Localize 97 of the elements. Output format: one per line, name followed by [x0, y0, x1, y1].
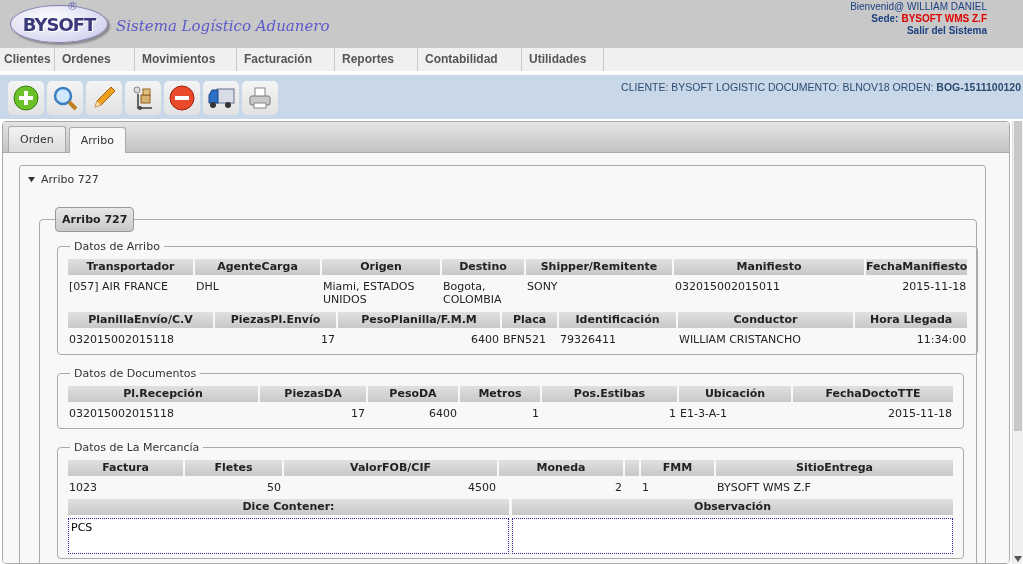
add-button[interactable] — [8, 81, 44, 115]
pencil-button[interactable] — [86, 81, 122, 115]
menu-item[interactable]: Contabilidad — [418, 48, 522, 71]
search-icon — [52, 85, 78, 111]
hand-truck-button[interactable] — [125, 81, 161, 115]
table-cell-text: 2015-11-18 — [887, 406, 953, 422]
column-header: Observación — [512, 499, 953, 515]
column-header: SitioEntrega — [716, 460, 953, 476]
table-cell-text: 032015002015011 — [674, 279, 781, 295]
column-header: Conductor — [678, 312, 853, 328]
table-cell-text: 1 — [641, 480, 650, 496]
table-cell-text: 50 — [266, 480, 282, 496]
table-cell-text: 6400 — [470, 332, 500, 348]
table-cell-text: 17 — [320, 332, 336, 348]
menu-item[interactable]: Reportes — [335, 48, 418, 71]
column-header: Origen — [322, 259, 440, 275]
menu-item[interactable]: Facturación — [237, 48, 335, 71]
table-cell-text: 032015002015118 — [68, 332, 175, 348]
table-cell-text: SONY — [526, 279, 559, 295]
table-cell-text: 4500 — [467, 480, 497, 496]
search-button[interactable] — [47, 81, 83, 115]
column-header: Pos.Estibas — [542, 386, 677, 402]
text-area[interactable] — [512, 518, 953, 554]
column-header: PlanillaEnvío/C.V — [68, 312, 213, 328]
menu-item[interactable]: Ordenes — [55, 48, 135, 71]
column-header: Hora Llegada — [855, 312, 968, 328]
table-cell-text: 6400 — [428, 406, 458, 422]
column-header: ValorFOB/CIF — [284, 460, 497, 476]
delete-icon — [169, 85, 195, 111]
table-cell-text: 79326411 — [559, 332, 617, 348]
fieldset-legend: Datos de Documentos — [70, 367, 201, 380]
add-icon — [13, 85, 39, 111]
fieldset-legend: Datos de Arribo — [70, 240, 164, 253]
table-cell-text: 11:34:00 — [915, 332, 968, 348]
scroll-down-icon[interactable] — [1014, 556, 1022, 562]
order-info: CLIENTE: BYSOFT LOGISTIC DOCUMENTO: BLNOV18 ORDEN: BOG-1511100120 — [621, 81, 1021, 93]
logo-text: BYSOFT — [22, 13, 96, 35]
column-header: Placa — [502, 312, 557, 328]
column-header: PiezasPl.Envío — [215, 312, 336, 328]
table-cell-text: 2015-11-18 — [901, 279, 968, 295]
column-header: Pl.Recepción — [68, 386, 258, 402]
scrollbar-thumb[interactable] — [1014, 121, 1022, 431]
column-header — [625, 460, 639, 476]
column-header: Fletes — [185, 460, 282, 476]
truck-button[interactable] — [203, 81, 239, 115]
menu-item[interactable]: Utilidades — [522, 48, 604, 71]
table-cell-text: [057] AIR FRANCE — [68, 279, 169, 295]
table-cell-text: Bogota, COLOMBIA — [442, 279, 503, 308]
table-cell-text: BYSOFT WMS Z.F — [716, 480, 812, 496]
pencil-icon — [91, 85, 117, 111]
menu-item[interactable]: Clientes — [0, 48, 55, 71]
accordion-header[interactable]: Arribo 727 — [20, 166, 107, 193]
table-cell-text: DHL — [195, 279, 220, 295]
registered-mark: ® — [67, 0, 78, 13]
menu-item[interactable]: Movimientos — [135, 48, 237, 71]
truck-icon — [207, 85, 235, 111]
table-cell-text: 2 — [614, 480, 623, 496]
column-header: PesoDA — [368, 386, 458, 402]
column-header: Shipper/Remitente — [526, 259, 672, 275]
text-area[interactable]: PCS — [68, 518, 509, 554]
welcome-text: Bienvenid@ WILLIAM DANIEL — [850, 1, 987, 13]
column-header: Metros — [460, 386, 540, 402]
column-header: Factura — [68, 460, 183, 476]
column-header: PiezasDA — [260, 386, 366, 402]
column-header: FechaDoctoTTE — [793, 386, 953, 402]
column-header: Ubicación — [679, 386, 791, 402]
table-cell-text: Miami, ESTADOS UNIDOS — [322, 279, 416, 308]
logout-link[interactable]: Salir del Sistema — [906, 25, 987, 37]
table-cell-text: BFN521 — [502, 332, 548, 348]
site-name: BYSOFT WMS Z.F — [901, 13, 987, 25]
table-cell-text: E1-3-A-1 — [679, 406, 728, 422]
column-header: AgenteCarga — [195, 259, 320, 275]
table-cell-text: 1 — [668, 406, 677, 422]
table-cell-text: WILLIAM CRISTANCHO — [678, 332, 802, 348]
panel-title: Arribo 727 — [55, 207, 135, 232]
column-header: Manifiesto — [674, 259, 864, 275]
printer-icon — [247, 85, 273, 111]
column-header: Dice Contener: — [68, 499, 509, 515]
fieldset-legend: Datos de La Mercancía — [70, 441, 204, 454]
column-header: Moneda — [499, 460, 623, 476]
delete-button[interactable] — [164, 81, 200, 115]
column-header: Identificación — [559, 312, 676, 328]
column-header: Destino — [442, 259, 524, 275]
app-title: Sistema Logístico Aduanero — [116, 17, 330, 35]
scrollbar[interactable] — [1012, 121, 1023, 564]
site-label: Sede: — [871, 13, 899, 25]
column-header: PesoPlanilla/F.M.M — [338, 312, 500, 328]
caret-down-icon — [28, 176, 35, 183]
table-cell-text: 1023 — [68, 480, 98, 496]
tab[interactable]: Orden — [8, 126, 66, 152]
table-cell-text: 1 — [531, 406, 540, 422]
tab[interactable]: Arribo — [68, 127, 126, 153]
column-header: FMM — [641, 460, 714, 476]
column-header: Transportador — [68, 259, 193, 275]
column-header: FechaManifiesto — [866, 259, 968, 275]
table-cell-text: 032015002015118 — [68, 406, 175, 422]
table-cell-text: 17 — [350, 406, 366, 422]
